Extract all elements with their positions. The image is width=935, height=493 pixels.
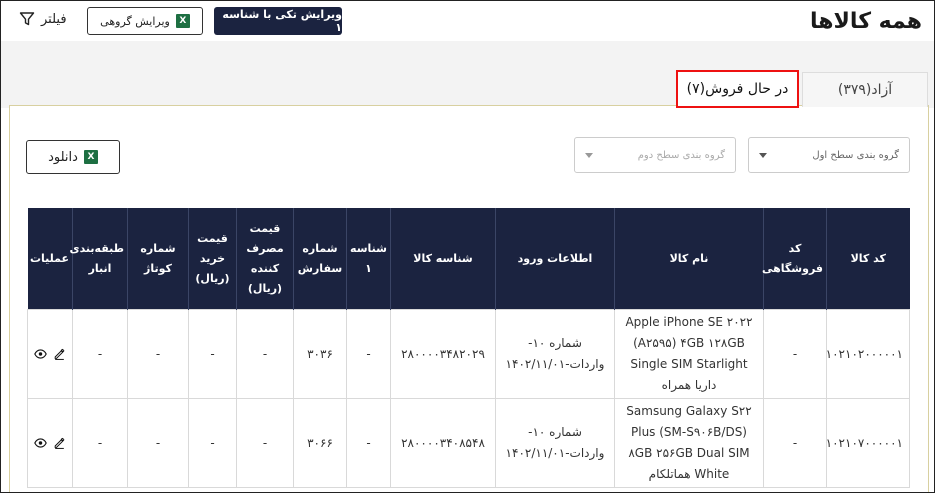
cell-order-number: ۳۰۶۶	[293, 398, 347, 488]
filter-button[interactable]: فیلتر	[19, 11, 67, 27]
cell-product-code: ۱۰۲۱۰۷۰۰۰۰۰۱	[826, 398, 910, 488]
cell-product-id: ۲۸۰۰۰۰۳۴۸۲۰۲۹	[390, 309, 496, 399]
download-label: دانلود	[48, 149, 78, 165]
page-title: همه کالاها	[810, 9, 922, 34]
header-id1[interactable]: شناسه ۱	[346, 208, 391, 310]
single-edit-button[interactable]: ویرایش تکی با شناسه ۱	[214, 7, 342, 35]
group-edit-label: ویرایش گروهی	[100, 14, 170, 28]
excel-icon: X	[83, 150, 98, 164]
cell-warehouse-class: -	[72, 398, 128, 488]
excel-icon: X	[175, 14, 190, 28]
cell-store-code: -	[763, 309, 827, 399]
eye-icon[interactable]	[34, 434, 47, 452]
cell-purchase-price: -	[188, 398, 237, 488]
cell-id1: -	[346, 309, 391, 399]
tab-free[interactable]: آزاد(۳۷۹)	[802, 72, 928, 107]
header-product-name[interactable]: نام کالا	[614, 208, 764, 310]
single-edit-label: ویرایش تکی با شناسه ۱	[222, 8, 342, 34]
group-edit-button[interactable]: X ویرایش گروهی	[87, 7, 203, 35]
chevron-down-icon	[585, 152, 593, 158]
cell-operations	[27, 398, 73, 488]
cell-consumer-price: -	[236, 309, 294, 399]
cell-warehouse-class: -	[72, 309, 128, 399]
tab-free-label: آزاد(۳۷۹)	[837, 82, 893, 98]
funnel-icon	[19, 12, 35, 26]
group-level1-select[interactable]: گروه بندی سطح اول	[748, 137, 910, 173]
header-warehouse-class[interactable]: طبقه‌بندی انبار	[70, 208, 128, 310]
header-product-id[interactable]: شناسه کالا	[390, 208, 496, 310]
header-entry-info[interactable]: اطلاعات ورود	[495, 208, 615, 310]
cell-entry-info: شماره ۱۰- واردات-۱۴۰۲/۱۱/۰۱	[495, 398, 615, 488]
cell-short-number: -	[127, 398, 189, 488]
download-button[interactable]: X دانلود	[26, 140, 120, 174]
eye-icon[interactable]	[34, 345, 47, 363]
app-frame: همه کالاها فیلتر X ویرایش گروهی ویرایش ت…	[0, 0, 935, 493]
cell-store-code: -	[763, 398, 827, 488]
tab-on-sale-label: در حال فروش(۷)	[686, 81, 789, 97]
group-level2-placeholder: گروه بندی سطح دوم	[637, 149, 725, 161]
group-level1-placeholder: گروه بندی سطح اول	[812, 149, 899, 161]
cell-product-name: Apple iPhone SE ۲۰۲۲ (A۲۵۹۵) ۴GB ۱۲۸GB S…	[614, 309, 764, 399]
header-short-number[interactable]: شماره کوتاژ	[127, 208, 189, 310]
cell-id1: -	[346, 398, 391, 488]
cell-operations	[27, 309, 73, 399]
header-order-number[interactable]: شماره سفارش	[293, 208, 347, 310]
products-table: کد کالا کد فروشگاهی نام کالا اطلاعات ورو…	[27, 208, 910, 488]
pencil-icon[interactable]	[53, 434, 66, 452]
chevron-down-icon	[759, 152, 767, 158]
tab-on-sale[interactable]: در حال فروش(۷)	[676, 70, 799, 108]
cell-purchase-price: -	[188, 309, 237, 399]
table-row: ۱۰۲۱۰۲۰۰۰۰۰۱ - Apple iPhone SE ۲۰۲۲ (A۲۵…	[27, 309, 910, 399]
cell-product-id: ۲۸۰۰۰۰۳۴۰۸۵۴۸	[390, 398, 496, 488]
cell-order-number: ۳۰۳۶	[293, 309, 347, 399]
header-store-code[interactable]: کد فروشگاهی	[762, 208, 827, 310]
cell-consumer-price: -	[236, 398, 294, 488]
header-purchase-price[interactable]: قیمت خرید (ریال)	[188, 208, 237, 310]
cell-short-number: -	[127, 309, 189, 399]
cell-entry-info: شماره ۱۰- واردات-۱۴۰۲/۱۱/۰۱	[495, 309, 615, 399]
table-row: ۱۰۲۱۰۷۰۰۰۰۰۱ - Samsung Galaxy S۲۲ Plus (…	[27, 398, 910, 488]
header-consumer-price[interactable]: قیمت مصرف کننده (ریال)	[236, 208, 294, 310]
group-level2-select[interactable]: گروه بندی سطح دوم	[574, 137, 736, 173]
pencil-icon[interactable]	[53, 345, 66, 363]
header-operations: عملیات	[27, 208, 73, 310]
table-header-row: کد کالا کد فروشگاهی نام کالا اطلاعات ورو…	[27, 208, 910, 310]
filter-label: فیلتر	[41, 11, 67, 27]
cell-product-name: Samsung Galaxy S۲۲ Plus (SM-S۹۰۶B/DS) ۸G…	[614, 398, 764, 488]
cell-product-code: ۱۰۲۱۰۲۰۰۰۰۰۱	[826, 309, 910, 399]
header-product-code[interactable]: کد کالا	[826, 208, 910, 310]
